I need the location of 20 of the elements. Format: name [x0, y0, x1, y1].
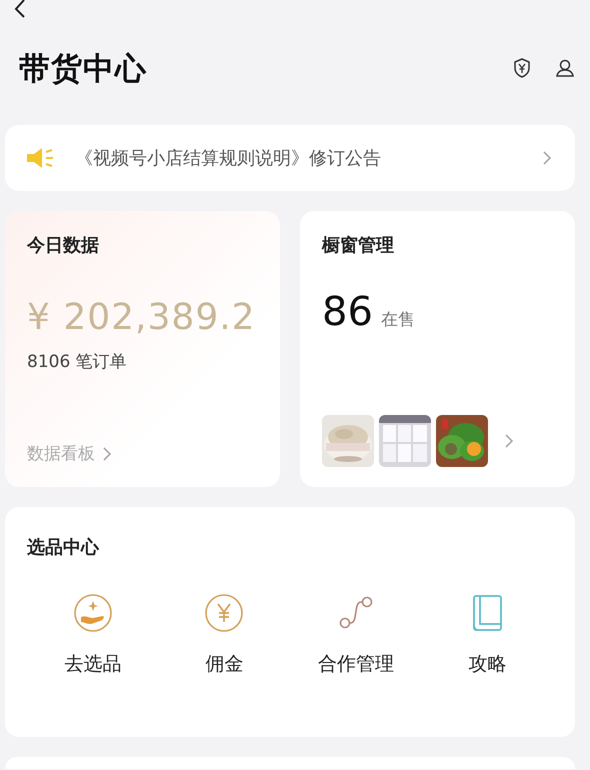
user-icon[interactable]	[555, 58, 575, 78]
sales-amount: ¥ 202,389.2	[27, 297, 257, 338]
section-title: 选品中心	[27, 536, 100, 559]
count-label: 在售	[380, 309, 415, 331]
speaker-icon	[25, 146, 55, 170]
chevron-right-icon	[503, 433, 515, 449]
card-title: 今日数据	[27, 234, 100, 257]
chevron-right-icon	[541, 150, 553, 166]
shortcut-label[interactable]: 攻略	[468, 651, 506, 677]
page-title: 带货中心	[19, 50, 147, 89]
shortcut-label[interactable]: 佣金	[205, 651, 244, 677]
product-count: 86	[322, 289, 373, 335]
order-count: 8106 笔订单	[27, 351, 128, 373]
shield-icon[interactable]	[513, 58, 531, 78]
yen-coin-icon	[204, 593, 244, 633]
chevron-right-icon	[101, 446, 113, 462]
back-icon[interactable]	[13, 0, 27, 18]
shortcut-label[interactable]: 去选品	[64, 651, 122, 677]
card-title: 橱窗管理	[322, 234, 395, 257]
shortcut-label[interactable]: 合作管理	[318, 651, 394, 677]
